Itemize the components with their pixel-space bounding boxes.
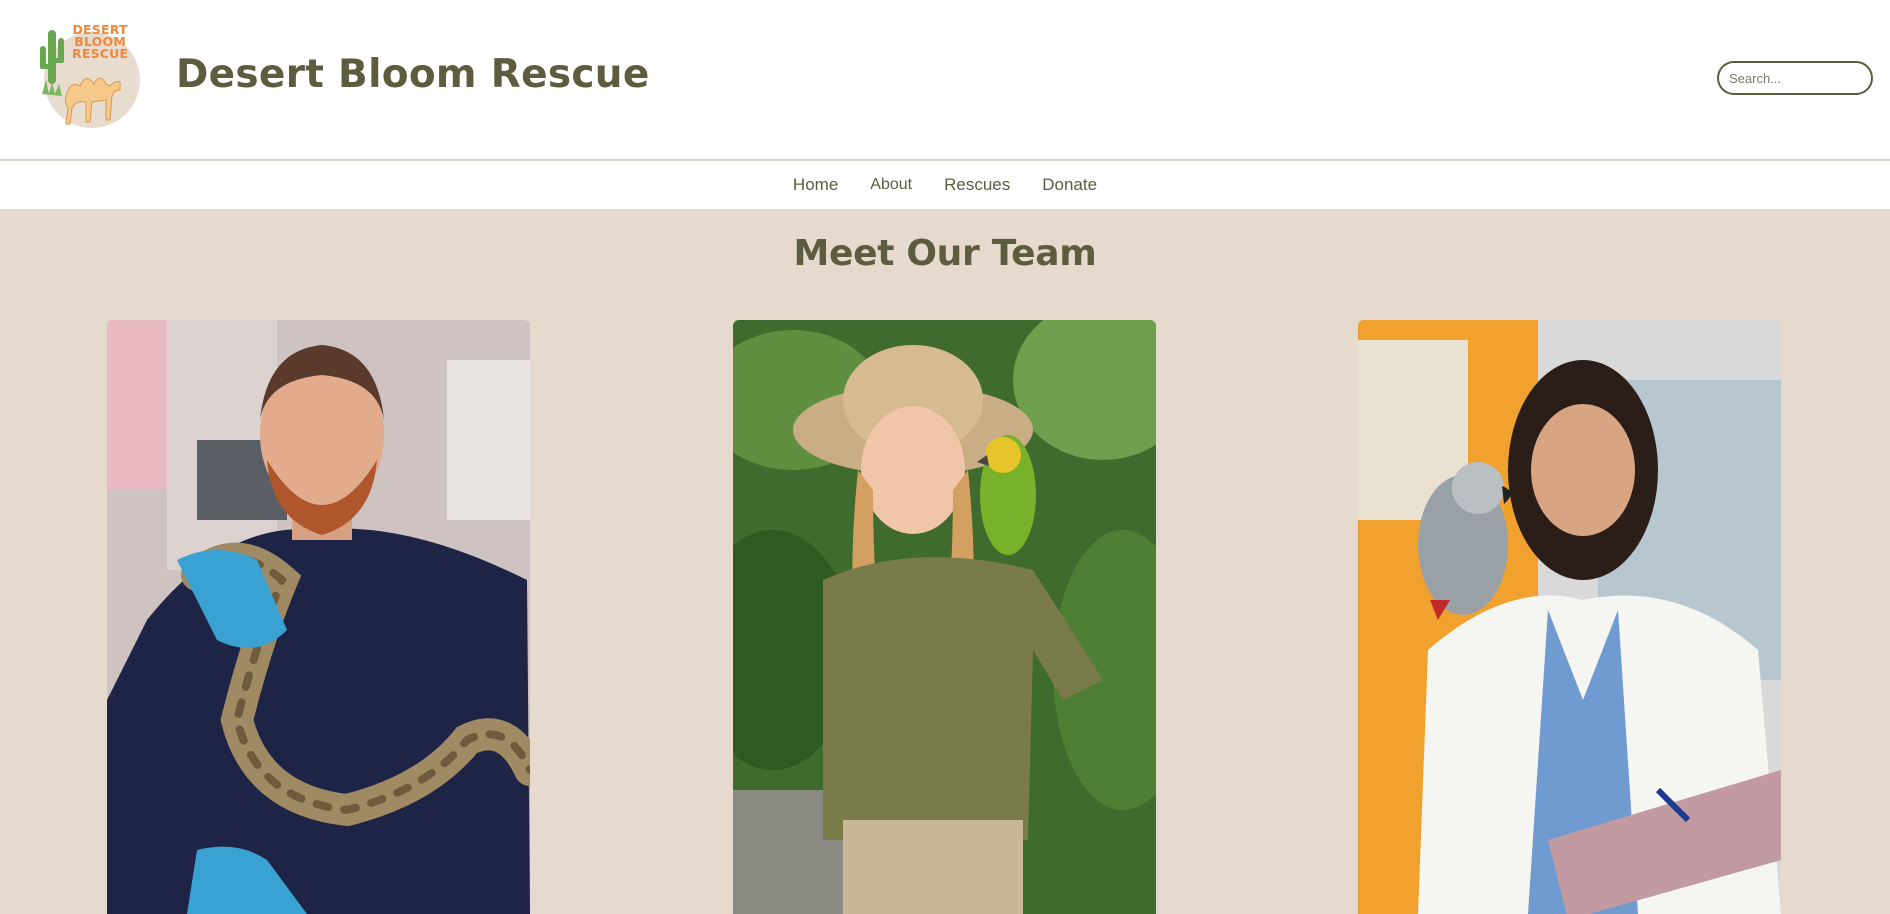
- vet-with-snake-photo: [107, 320, 530, 914]
- nav-item-rescues[interactable]: Rescues: [944, 175, 1010, 195]
- logo-line-3: RESCUE: [72, 46, 129, 61]
- team-member-card-1[interactable]: [107, 320, 530, 914]
- main-nav: Home About Rescues Donate: [0, 161, 1890, 209]
- site-logo[interactable]: DESERT BLOOM RESCUE: [40, 22, 150, 128]
- nav-item-about[interactable]: About: [870, 176, 912, 194]
- site-title[interactable]: Desert Bloom Rescue: [176, 52, 650, 97]
- nav-item-home[interactable]: Home: [793, 175, 838, 195]
- zookeeper-with-parrot-photo: [733, 320, 1156, 914]
- nav-item-donate[interactable]: Donate: [1042, 175, 1097, 195]
- section-title: Meet Our Team: [793, 233, 1097, 274]
- team-member-card-2[interactable]: [733, 320, 1156, 914]
- team-member-card-3[interactable]: [1358, 320, 1781, 914]
- search-input[interactable]: [1717, 61, 1873, 95]
- doctor-with-grey-parrot-photo: [1358, 320, 1781, 914]
- site-header: DESERT BLOOM RESCUE Desert Bloom Rescue: [0, 0, 1890, 160]
- logo-wordmark: DESERT BLOOM RESCUE: [72, 23, 129, 61]
